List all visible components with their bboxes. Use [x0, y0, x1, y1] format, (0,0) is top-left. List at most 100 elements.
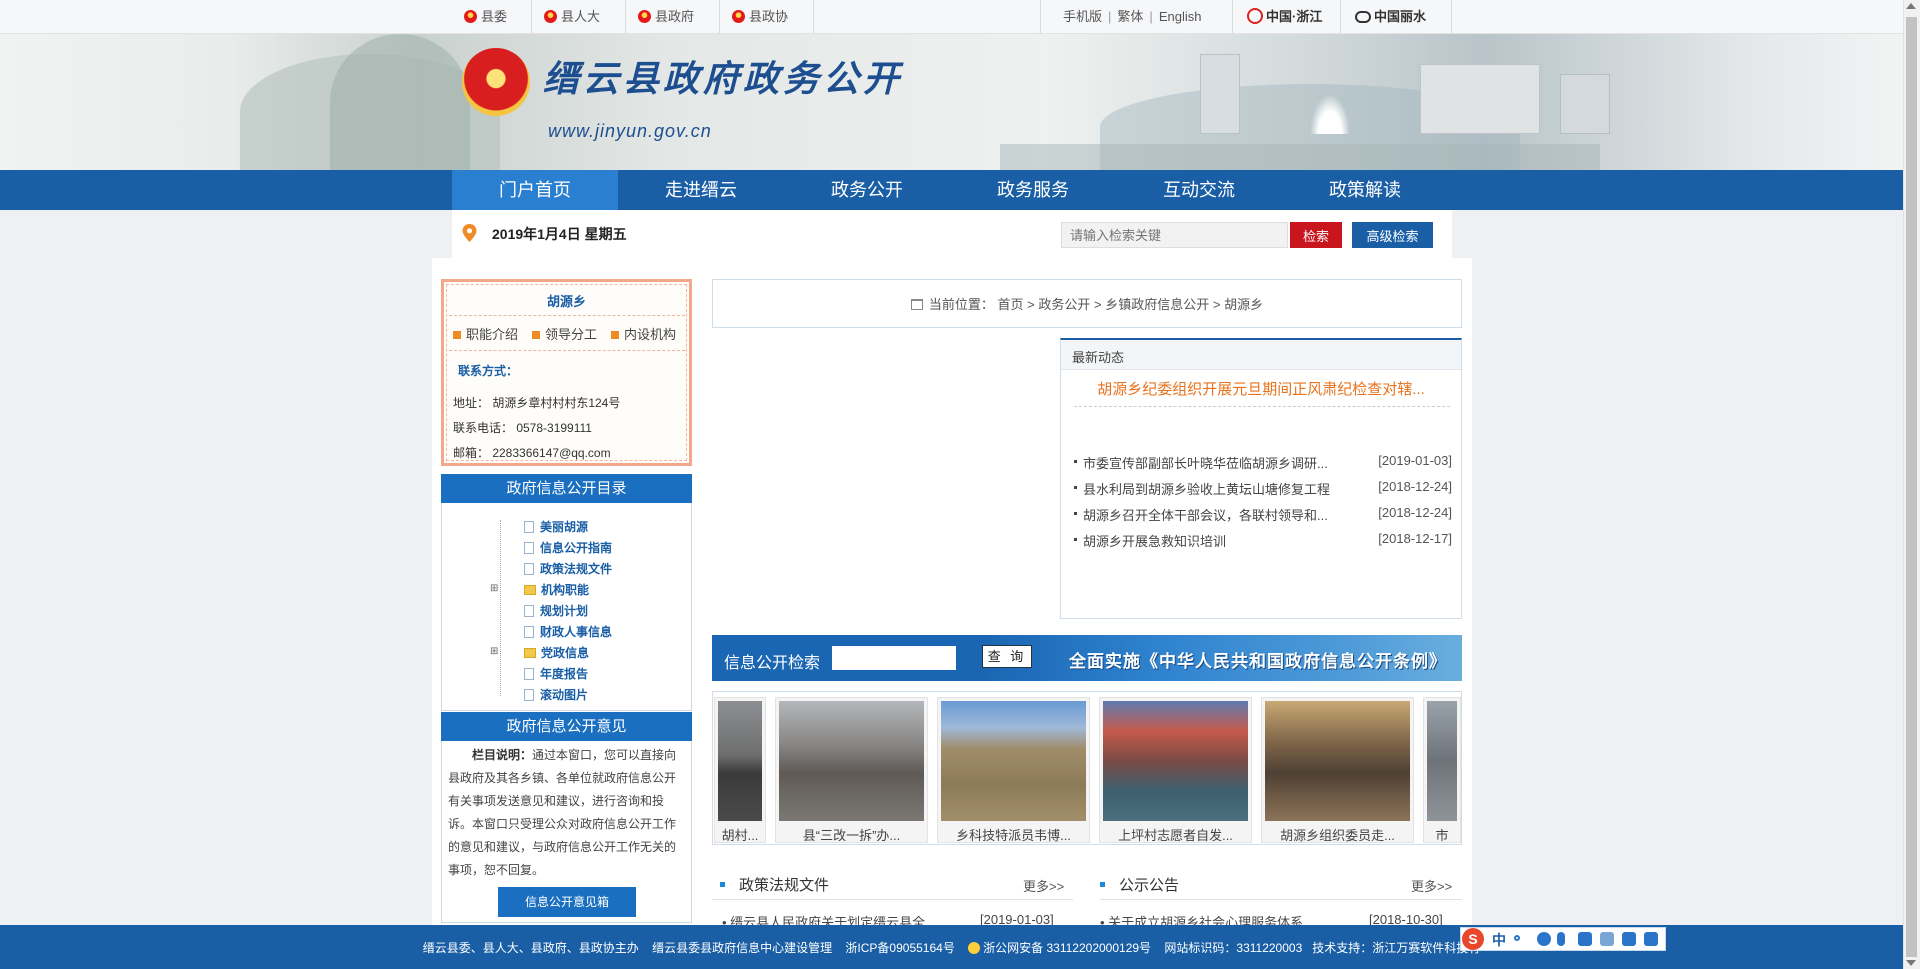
- scroll-up-arrow-icon[interactable]: [1906, 3, 1916, 9]
- town-link-leadership[interactable]: 领导分工: [532, 324, 597, 343]
- catalog-item-plans[interactable]: 规划计划: [524, 602, 588, 619]
- search-button[interactable]: 检索: [1290, 222, 1342, 248]
- catalog-item-guide[interactable]: 信息公开指南: [524, 539, 612, 556]
- opinion-mailbox-button[interactable]: 信息公开意见箱: [498, 887, 636, 917]
- site-title: 缙云县政府政务公开: [543, 58, 904, 100]
- photo-card[interactable]: 县“三改一拆”办...: [775, 697, 928, 843]
- ime-user-icon[interactable]: [1600, 932, 1614, 946]
- catalog-item-policies[interactable]: 政策法规文件: [524, 560, 612, 577]
- top-link-peoples-congress[interactable]: 县人大: [532, 0, 626, 34]
- contact-phone: 联系电话： 0578-3199111: [453, 421, 592, 435]
- town-name: 胡源乡: [546, 294, 586, 309]
- ime-voice-icon[interactable]: [1557, 932, 1565, 946]
- policy-files-heading: 政策法规文件: [720, 874, 829, 895]
- top-link-county-government[interactable]: 县政府: [626, 0, 720, 34]
- police-badge-icon: [968, 942, 981, 954]
- document-icon: [524, 563, 534, 575]
- photo-card[interactable]: 市: [1423, 697, 1461, 843]
- photo-card[interactable]: 胡村...: [714, 697, 766, 843]
- expand-plus-icon[interactable]: ⊞: [490, 583, 498, 594]
- nav-home[interactable]: 门户首页: [452, 170, 618, 210]
- contact-title: 联系方式：: [458, 364, 519, 378]
- mobile-version-link[interactable]: 手机版: [1063, 9, 1102, 24]
- zhejiang-logo-icon: [1247, 8, 1263, 24]
- top-link-cppcc[interactable]: 县政协: [720, 0, 814, 34]
- news-photo: [718, 701, 762, 821]
- lishui-logo-icon: [1355, 11, 1371, 23]
- news-photo: [941, 701, 1086, 821]
- regulation-slogan: 全面实施《中华人民共和国政府信息公开条例》: [1069, 652, 1447, 671]
- cppcc-emblem-icon: [732, 10, 745, 23]
- nav-about-jinyun[interactable]: 走进缙云: [618, 170, 784, 210]
- catalog-item-meili-huyuan[interactable]: 美丽胡源: [524, 518, 588, 535]
- document-icon: [524, 689, 534, 701]
- nav-interaction[interactable]: 互动交流: [1116, 170, 1282, 210]
- search-input[interactable]: [1061, 222, 1288, 248]
- ime-chinese-mode-toggle[interactable]: 中: [1492, 930, 1506, 950]
- news-photo: [1427, 701, 1457, 821]
- nav-government-services[interactable]: 政务服务: [950, 170, 1116, 210]
- ime-toolbox-icon[interactable]: [1644, 932, 1658, 946]
- traditional-chinese-link[interactable]: 繁体: [1117, 9, 1143, 24]
- sogou-ime-logo[interactable]: S: [1462, 928, 1484, 950]
- info-search-label: 信息公开检索: [724, 655, 821, 672]
- town-link-functions[interactable]: 职能介绍: [453, 324, 518, 343]
- location-pin-icon: [462, 224, 477, 242]
- document-icon: [524, 542, 534, 554]
- national-emblem-logo: [462, 48, 530, 116]
- bullet-square-icon: [720, 882, 725, 887]
- ime-keyboard-icon[interactable]: [1578, 932, 1592, 946]
- current-date: 2019年1月4日 星期五: [492, 226, 627, 242]
- opinion-description: 栏目说明：通过本窗口，您可以直接向县政府及其各乡镇、各单位就政府信息公开有关事项…: [448, 748, 677, 877]
- ime-skin-icon[interactable]: [1622, 932, 1636, 946]
- town-link-departments[interactable]: 内设机构: [611, 324, 676, 343]
- news-photo: [1265, 701, 1410, 821]
- police-record-link[interactable]: 浙公网安备 33112202000129号: [983, 941, 1151, 955]
- contact-email: 邮箱： 2283366147@qq.com: [453, 446, 611, 460]
- breadcrumb-home[interactable]: 首页: [998, 297, 1024, 312]
- news-photo: [779, 701, 924, 821]
- photo-card[interactable]: 胡源乡组织委员走...: [1261, 697, 1414, 843]
- breadcrumb: 当前位置： 首页 > 政务公开 > 乡镇政府信息公开 > 胡源乡: [712, 294, 1462, 313]
- document-icon: [524, 521, 534, 533]
- breadcrumb-town-info[interactable]: 乡镇政府信息公开: [1105, 297, 1209, 312]
- nav-government-affairs[interactable]: 政务公开: [784, 170, 950, 210]
- china-zhejiang-logo-link[interactable]: 中国·浙江: [1232, 0, 1340, 34]
- english-link[interactable]: English: [1159, 9, 1202, 24]
- catalog-item-slideshow[interactable]: 滚动图片: [524, 686, 588, 703]
- info-search-button[interactable]: 查 询: [982, 645, 1032, 668]
- catalog-item-annual-report[interactable]: 年度报告: [524, 665, 588, 682]
- nav-policy-interpretation[interactable]: 政策解读: [1282, 170, 1448, 210]
- announcements-more-link[interactable]: 更多>>: [1411, 876, 1452, 895]
- arrow-icon: [611, 331, 619, 339]
- home-icon: [910, 299, 923, 310]
- document-icon: [524, 668, 534, 680]
- news-headline[interactable]: 胡源乡纪委组织开展元旦期间正风肃纪检查对辖...: [1061, 378, 1461, 399]
- bullet-square-icon: [1100, 882, 1105, 887]
- ime-emoji-icon[interactable]: [1537, 932, 1551, 946]
- top-link-county-committee[interactable]: 县委: [452, 0, 532, 34]
- opinion-title: 政府信息公开意见: [441, 712, 692, 741]
- document-icon: [524, 626, 534, 638]
- expand-plus-icon[interactable]: ⊞: [490, 646, 498, 657]
- scrollbar-thumb[interactable]: [1906, 17, 1917, 957]
- site-url: www.jinyun.gov.cn: [548, 121, 712, 141]
- catalog-item-party-gov[interactable]: 党政信息: [524, 644, 589, 661]
- advanced-search-button[interactable]: 高级检索: [1352, 222, 1433, 248]
- scroll-down-arrow-icon[interactable]: [1906, 960, 1916, 966]
- info-search-input[interactable]: [832, 646, 956, 670]
- breadcrumb-gov-affairs[interactable]: 政务公开: [1038, 297, 1090, 312]
- ime-punctuation-icon[interactable]: [1514, 935, 1520, 941]
- icp-link[interactable]: 浙ICP备09055164号: [845, 941, 954, 955]
- folder-icon: [524, 585, 536, 595]
- photo-card[interactable]: 上坪村志愿者自发...: [1099, 697, 1252, 843]
- policy-files-more-link[interactable]: 更多>>: [1023, 876, 1064, 895]
- breadcrumb-current: 胡源乡: [1224, 297, 1264, 312]
- photo-card[interactable]: 乡科技特派员韦博...: [937, 697, 1090, 843]
- china-lishui-logo-link[interactable]: 中国丽水: [1340, 0, 1452, 34]
- document-icon: [524, 605, 534, 617]
- catalog-item-functions[interactable]: 机构职能: [524, 581, 589, 598]
- news-photo: [1103, 701, 1248, 821]
- announcements-heading: 公示公告: [1100, 874, 1179, 895]
- catalog-item-finance-hr[interactable]: 财政人事信息: [524, 623, 612, 640]
